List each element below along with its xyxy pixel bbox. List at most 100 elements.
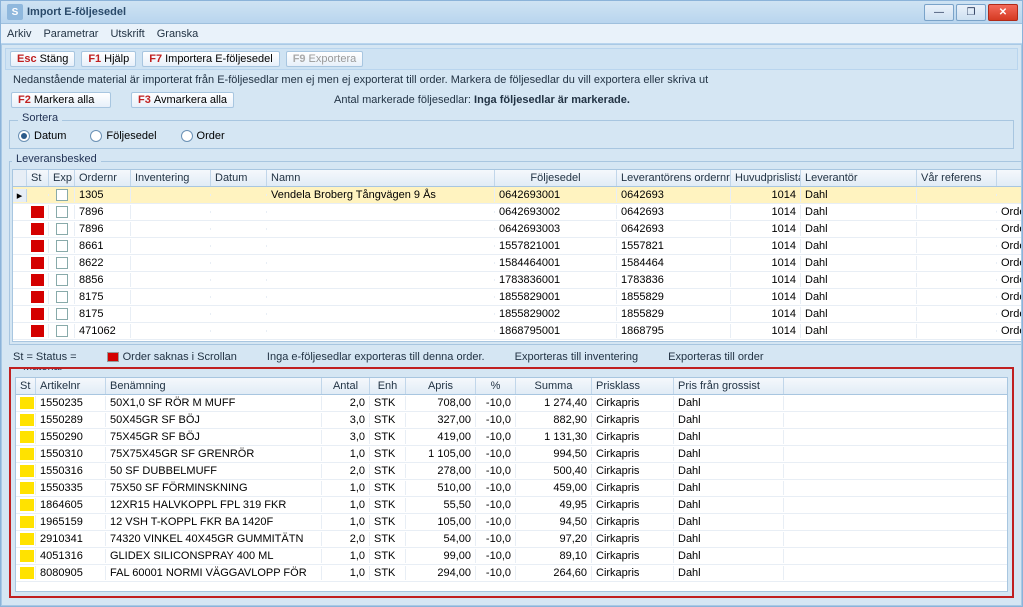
menu-arkiv[interactable]: Arkiv [7,28,31,40]
import-button[interactable]: F7 Importera E-följesedel [142,51,279,67]
select-all-button[interactable]: F2 Markera alla [11,92,111,108]
export-checkbox-cell[interactable] [49,307,75,321]
lever-row[interactable]: 7896064269300306426931014DahlOrder sakna… [13,221,1022,238]
lever-row[interactable]: 8175185582900118558291014DahlOrder sakna… [13,289,1022,306]
material-col-header[interactable]: Apris [406,378,476,394]
lever-row[interactable]: 8622158446400115844641014DahlOrder sakna… [13,255,1022,272]
export-checkbox-cell[interactable] [49,324,75,338]
lever-header[interactable]: StExpOrdernrInventeringDatumNamnFöljesed… [12,169,1022,187]
lever-row[interactable]: 8856178383600117838361014DahlOrder sakna… [13,272,1022,289]
export-label: Exportera [309,53,357,65]
material-col-header[interactable]: Prisklass [592,378,674,394]
export-checkbox-cell[interactable] [49,290,75,304]
export-checkbox-cell[interactable] [49,188,75,202]
material-cell: Dahl [674,481,784,495]
checkbox-icon[interactable] [56,223,68,235]
lever-fieldset: Leveransbesked StExpOrdernrInventeringDa… [9,155,1022,345]
status-cell [27,256,49,270]
export-checkbox-cell[interactable] [49,222,75,236]
lever-col-header[interactable]: Datum [211,170,267,186]
close-button[interactable]: Esc Stäng [10,51,75,67]
material-col-header[interactable]: St [16,378,36,394]
material-row[interactable]: 186460512XR15 HALVKOPPL FPL 319 FKR1,0ST… [16,497,1007,514]
export-checkbox-cell[interactable] [49,273,75,287]
material-header[interactable]: StArtikelnrBenämningAntalEnhApris%SummaP… [15,377,1008,395]
material-row[interactable]: 155031650 SF DUBBELMUFF2,0STK278,00-10,0… [16,463,1007,480]
material-col-header[interactable]: Artikelnr [36,378,106,394]
material-row[interactable]: 155023550X1,0 SF RÖR M MUFF2,0STK708,00-… [16,395,1007,412]
checkbox-icon[interactable] [56,206,68,218]
material-cell: Cirkapris [592,464,674,478]
material-grid[interactable]: 155023550X1,0 SF RÖR M MUFF2,0STK708,00-… [15,395,1008,592]
lever-cell: 1014 [731,205,801,219]
sort-option-order[interactable]: Order [181,130,225,142]
menu-utskrift[interactable]: Utskrift [110,28,144,40]
material-row[interactable]: 155031075X75X45GR SF GRENRÖR1,0STK1 105,… [16,446,1007,463]
export-checkbox-cell[interactable] [49,256,75,270]
lever-col-header[interactable]: Inventering [131,170,211,186]
lever-col-header[interactable]: Vår referens [917,170,997,186]
material-col-header[interactable]: Antal [322,378,370,394]
checkbox-icon[interactable] [56,240,68,252]
close-window-button[interactable]: ✕ [988,4,1018,21]
statusline-st: St = Status = [13,351,77,363]
titlebar[interactable]: S Import E-följesedel — ❐ ✕ [1,1,1022,24]
lever-row[interactable]: ▸1305Vendela Broberg Tångvägen 9 Ås06426… [13,187,1022,204]
material-col-header[interactable]: Enh [370,378,406,394]
checkbox-icon[interactable] [56,274,68,286]
material-row[interactable]: 4051316GLIDEX SILICONSPRAY 400 ML1,0STK9… [16,548,1007,565]
checkbox-icon[interactable] [56,291,68,303]
material-cell: 1550235 [36,396,106,410]
lever-row[interactable]: 7896064269300206426931014DahlOrder sakna… [13,204,1022,221]
help-button[interactable]: F1 Hjälp [81,51,136,67]
sort-option-följesedel[interactable]: Följesedel [90,130,156,142]
lever-col-header[interactable]: Följesedel [495,170,617,186]
material-cell: 55,50 [406,498,476,512]
material-row[interactable]: 291034174320 VINKEL 40X45GR GUMMITÄTN2,0… [16,531,1007,548]
checkbox-icon[interactable] [56,189,68,201]
status-red-icon [31,274,44,286]
material-cell: 97,20 [516,532,592,546]
material-cell: STK [370,464,406,478]
lever-cell [917,330,997,332]
lever-col-header[interactable]: Ordernr [75,170,131,186]
key-f9: F9 [293,53,306,65]
material-cell: -10,0 [476,481,516,495]
menu-granska[interactable]: Granska [157,28,199,40]
material-col-header[interactable]: Pris från grossist [674,378,784,394]
lever-row[interactable]: 471062186879500118687951014DahlOrder sak… [13,323,1022,340]
lever-row[interactable]: 8175185582900218558291014DahlOrder sakna… [13,306,1022,323]
checkbox-icon[interactable] [56,257,68,269]
menu-parametrar[interactable]: Parametrar [43,28,98,40]
lever-col-header[interactable]: Leverantörens ordernr [617,170,731,186]
material-col-header[interactable]: % [476,378,516,394]
lever-col-header[interactable]: Exp [49,170,75,186]
maximize-button[interactable]: ❐ [956,4,986,21]
deselect-all-button[interactable]: F3 Avmarkera alla [131,92,234,108]
material-row[interactable]: 155033575X50 SF FÖRMINSKNING1,0STK510,00… [16,480,1007,497]
export-checkbox-cell[interactable] [49,239,75,253]
lever-col-header[interactable]: Huvudprislista [731,170,801,186]
lever-col-header[interactable] [997,170,1022,186]
material-cell: -10,0 [476,532,516,546]
material-row[interactable]: 196515912 VSH T-KOPPL FKR BA 1420F1,0STK… [16,514,1007,531]
lever-row[interactable]: 8661155782100115578211014DahlOrder sakna… [13,238,1022,255]
material-row[interactable]: 155029075X45GR SF BÖJ3,0STK419,00-10,01 … [16,429,1007,446]
checkbox-icon[interactable] [56,308,68,320]
material-col-header[interactable]: Summa [516,378,592,394]
material-cell: 1 105,00 [406,447,476,461]
lever-col-header[interactable]: Leverantör [801,170,917,186]
sort-option-datum[interactable]: Datum [18,130,66,142]
material-row[interactable]: 8080905FAL 60001 NORMI VÄGGAVLOPP FÖR1,0… [16,565,1007,582]
export-checkbox-cell[interactable] [49,205,75,219]
material-cell: 1864605 [36,498,106,512]
lever-col-header[interactable]: Namn [267,170,495,186]
material-col-header[interactable]: Benämning [106,378,322,394]
minimize-button[interactable]: — [924,4,954,21]
lever-grid[interactable]: ▸1305Vendela Broberg Tångvägen 9 Ås06426… [12,187,1022,342]
material-cell: 50 SF DUBBELMUFF [106,464,322,478]
lever-col-header[interactable]: St [27,170,49,186]
material-cell: -10,0 [476,566,516,580]
material-row[interactable]: 155028950X45GR SF BÖJ3,0STK327,00-10,088… [16,412,1007,429]
checkbox-icon[interactable] [56,325,68,337]
